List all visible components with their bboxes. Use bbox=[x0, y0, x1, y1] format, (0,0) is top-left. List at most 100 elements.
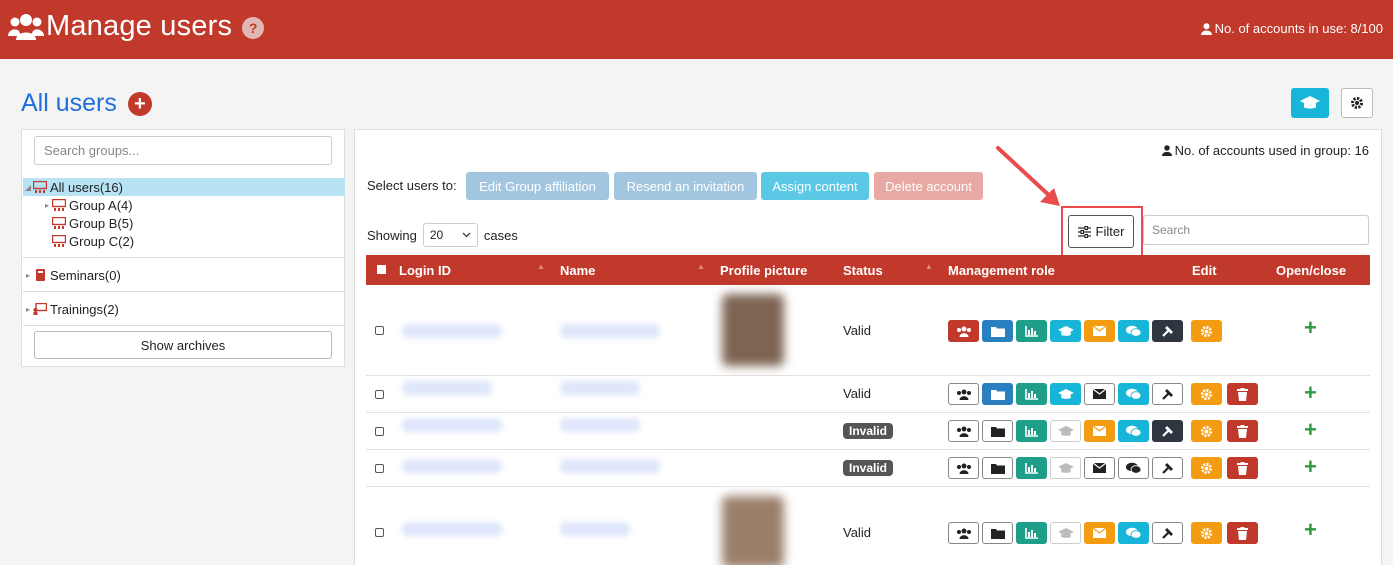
hammer-role-icon[interactable] bbox=[1152, 457, 1183, 479]
tree-item-group-a[interactable]: ▸ Group A(4) bbox=[42, 196, 133, 214]
chart-role-icon[interactable] bbox=[1016, 320, 1047, 342]
chat-role-icon[interactable] bbox=[1118, 420, 1149, 442]
row-checkbox[interactable] bbox=[375, 326, 384, 335]
envelope-role-icon[interactable] bbox=[1084, 522, 1115, 544]
tree-item-trainings[interactable]: ▸ Trainings(2) bbox=[23, 300, 119, 318]
search-groups-input[interactable]: Search groups... bbox=[34, 136, 332, 165]
delete-trash-icon[interactable] bbox=[1227, 383, 1258, 405]
page-size-select[interactable]: 20 bbox=[422, 223, 478, 247]
edit-actions bbox=[1191, 457, 1258, 479]
edit-actions bbox=[1191, 420, 1258, 442]
tree-item-group-b[interactable]: Group B(5) bbox=[52, 214, 133, 232]
graduation-cap-role-icon[interactable] bbox=[1050, 420, 1081, 442]
open-close-plus-icon[interactable]: + bbox=[1304, 417, 1317, 443]
column-header-login-id[interactable]: Login ID bbox=[399, 263, 451, 278]
filter-button[interactable]: Filter bbox=[1068, 215, 1134, 248]
open-close-plus-icon[interactable]: + bbox=[1304, 517, 1317, 543]
chart-role-icon[interactable] bbox=[1016, 522, 1047, 544]
table-header: Login ID ▲ Name ▲ Profile picture Status… bbox=[366, 255, 1370, 285]
envelope-role-icon[interactable] bbox=[1084, 420, 1115, 442]
chart-role-icon[interactable] bbox=[1016, 457, 1047, 479]
edit-group-affiliation-button[interactable]: Edit Group affiliation bbox=[466, 172, 609, 200]
folder-role-icon[interactable] bbox=[982, 457, 1013, 479]
tree-item-group-c[interactable]: Group C(2) bbox=[52, 232, 134, 250]
folder-role-icon[interactable] bbox=[982, 522, 1013, 544]
accounts-used-in-group: No. of accounts used in group: 16 bbox=[1161, 143, 1369, 158]
edit-gear-icon[interactable] bbox=[1191, 457, 1222, 479]
row-checkbox[interactable] bbox=[375, 464, 384, 473]
chart-role-icon[interactable] bbox=[1016, 383, 1047, 405]
envelope-role-icon[interactable] bbox=[1084, 320, 1115, 342]
table-row[interactable]: Invalid + bbox=[366, 414, 1370, 450]
column-header-name[interactable]: Name bbox=[560, 263, 595, 278]
settings-button[interactable] bbox=[1341, 88, 1373, 118]
folder-role-icon[interactable] bbox=[982, 320, 1013, 342]
delete-account-button[interactable]: Delete account bbox=[874, 172, 983, 200]
users-role-icon[interactable] bbox=[948, 383, 979, 405]
edit-gear-icon[interactable] bbox=[1191, 320, 1222, 342]
hammer-role-icon[interactable] bbox=[1152, 522, 1183, 544]
table-row[interactable]: Valid + bbox=[366, 377, 1370, 413]
sort-icon[interactable]: ▲ bbox=[537, 262, 545, 271]
edit-gear-icon[interactable] bbox=[1191, 420, 1222, 442]
delete-trash-icon[interactable] bbox=[1227, 457, 1258, 479]
delete-trash-icon[interactable] bbox=[1227, 522, 1258, 544]
hammer-role-icon[interactable] bbox=[1152, 420, 1183, 442]
chevron-down-icon bbox=[462, 232, 471, 238]
chat-role-icon[interactable] bbox=[1118, 457, 1149, 479]
user-icon bbox=[1200, 22, 1212, 35]
users-role-icon[interactable] bbox=[948, 522, 979, 544]
show-archives-button[interactable]: Show archives bbox=[34, 331, 332, 359]
folder-role-icon[interactable] bbox=[982, 420, 1013, 442]
sort-icon[interactable]: ▲ bbox=[697, 262, 705, 271]
edit-gear-icon[interactable] bbox=[1191, 522, 1222, 544]
graduation-cap-role-icon[interactable] bbox=[1050, 522, 1081, 544]
course-button[interactable] bbox=[1291, 88, 1329, 118]
edit-actions bbox=[1191, 522, 1258, 544]
row-checkbox[interactable] bbox=[375, 390, 384, 399]
column-header-status[interactable]: Status bbox=[843, 263, 883, 278]
users-role-icon[interactable] bbox=[948, 320, 979, 342]
graduation-cap-role-icon[interactable] bbox=[1050, 320, 1081, 342]
tree-item-all-users[interactable]: ◢ All users(16) bbox=[23, 178, 345, 196]
help-icon[interactable]: ? bbox=[242, 16, 265, 39]
table-row[interactable]: Valid + bbox=[366, 286, 1370, 376]
chat-role-icon[interactable] bbox=[1118, 320, 1149, 342]
resend-invitation-button[interactable]: Resend an invitation bbox=[614, 172, 757, 200]
hammer-role-icon[interactable] bbox=[1152, 320, 1183, 342]
chat-role-icon[interactable] bbox=[1118, 383, 1149, 405]
row-checkbox[interactable] bbox=[375, 427, 384, 436]
edit-gear-icon[interactable] bbox=[1191, 383, 1222, 405]
open-close-plus-icon[interactable]: + bbox=[1304, 454, 1317, 480]
row-checkbox[interactable] bbox=[375, 528, 384, 537]
assign-content-button[interactable]: Assign content bbox=[761, 172, 869, 200]
page-size-control: Showing 20 cases bbox=[367, 223, 518, 247]
graduation-cap-role-icon[interactable] bbox=[1050, 457, 1081, 479]
users-role-icon[interactable] bbox=[948, 457, 979, 479]
graduation-cap-role-icon[interactable] bbox=[1050, 383, 1081, 405]
tree-item-seminars[interactable]: ▸ Seminars(0) bbox=[23, 266, 121, 284]
sort-icon[interactable]: ▲ bbox=[925, 262, 933, 271]
expand-triangle-icon[interactable]: ▸ bbox=[23, 305, 33, 314]
chat-role-icon[interactable] bbox=[1118, 522, 1149, 544]
open-close-plus-icon[interactable]: + bbox=[1304, 380, 1317, 406]
envelope-role-icon[interactable] bbox=[1084, 383, 1115, 405]
select-all-checkbox[interactable] bbox=[377, 265, 386, 274]
table-row[interactable]: Invalid + bbox=[366, 451, 1370, 487]
delete-trash-icon[interactable] bbox=[1227, 420, 1258, 442]
status-text: Valid bbox=[843, 386, 871, 401]
add-user-button[interactable]: + bbox=[127, 91, 152, 116]
envelope-role-icon[interactable] bbox=[1084, 457, 1115, 479]
expand-triangle-icon[interactable]: ▸ bbox=[42, 201, 52, 210]
users-role-icon[interactable] bbox=[948, 420, 979, 442]
hammer-role-icon[interactable] bbox=[1152, 383, 1183, 405]
open-close-plus-icon[interactable]: + bbox=[1304, 315, 1317, 341]
divider bbox=[23, 325, 345, 326]
search-input[interactable]: Search bbox=[1143, 215, 1369, 245]
table-row[interactable]: Valid + bbox=[366, 488, 1370, 565]
chart-role-icon[interactable] bbox=[1016, 420, 1047, 442]
accounts-in-use: No. of accounts in use: 8/100 bbox=[1200, 21, 1383, 36]
expand-triangle-icon[interactable]: ▸ bbox=[23, 271, 33, 280]
collapse-triangle-icon[interactable]: ◢ bbox=[23, 183, 33, 192]
folder-role-icon[interactable] bbox=[982, 383, 1013, 405]
